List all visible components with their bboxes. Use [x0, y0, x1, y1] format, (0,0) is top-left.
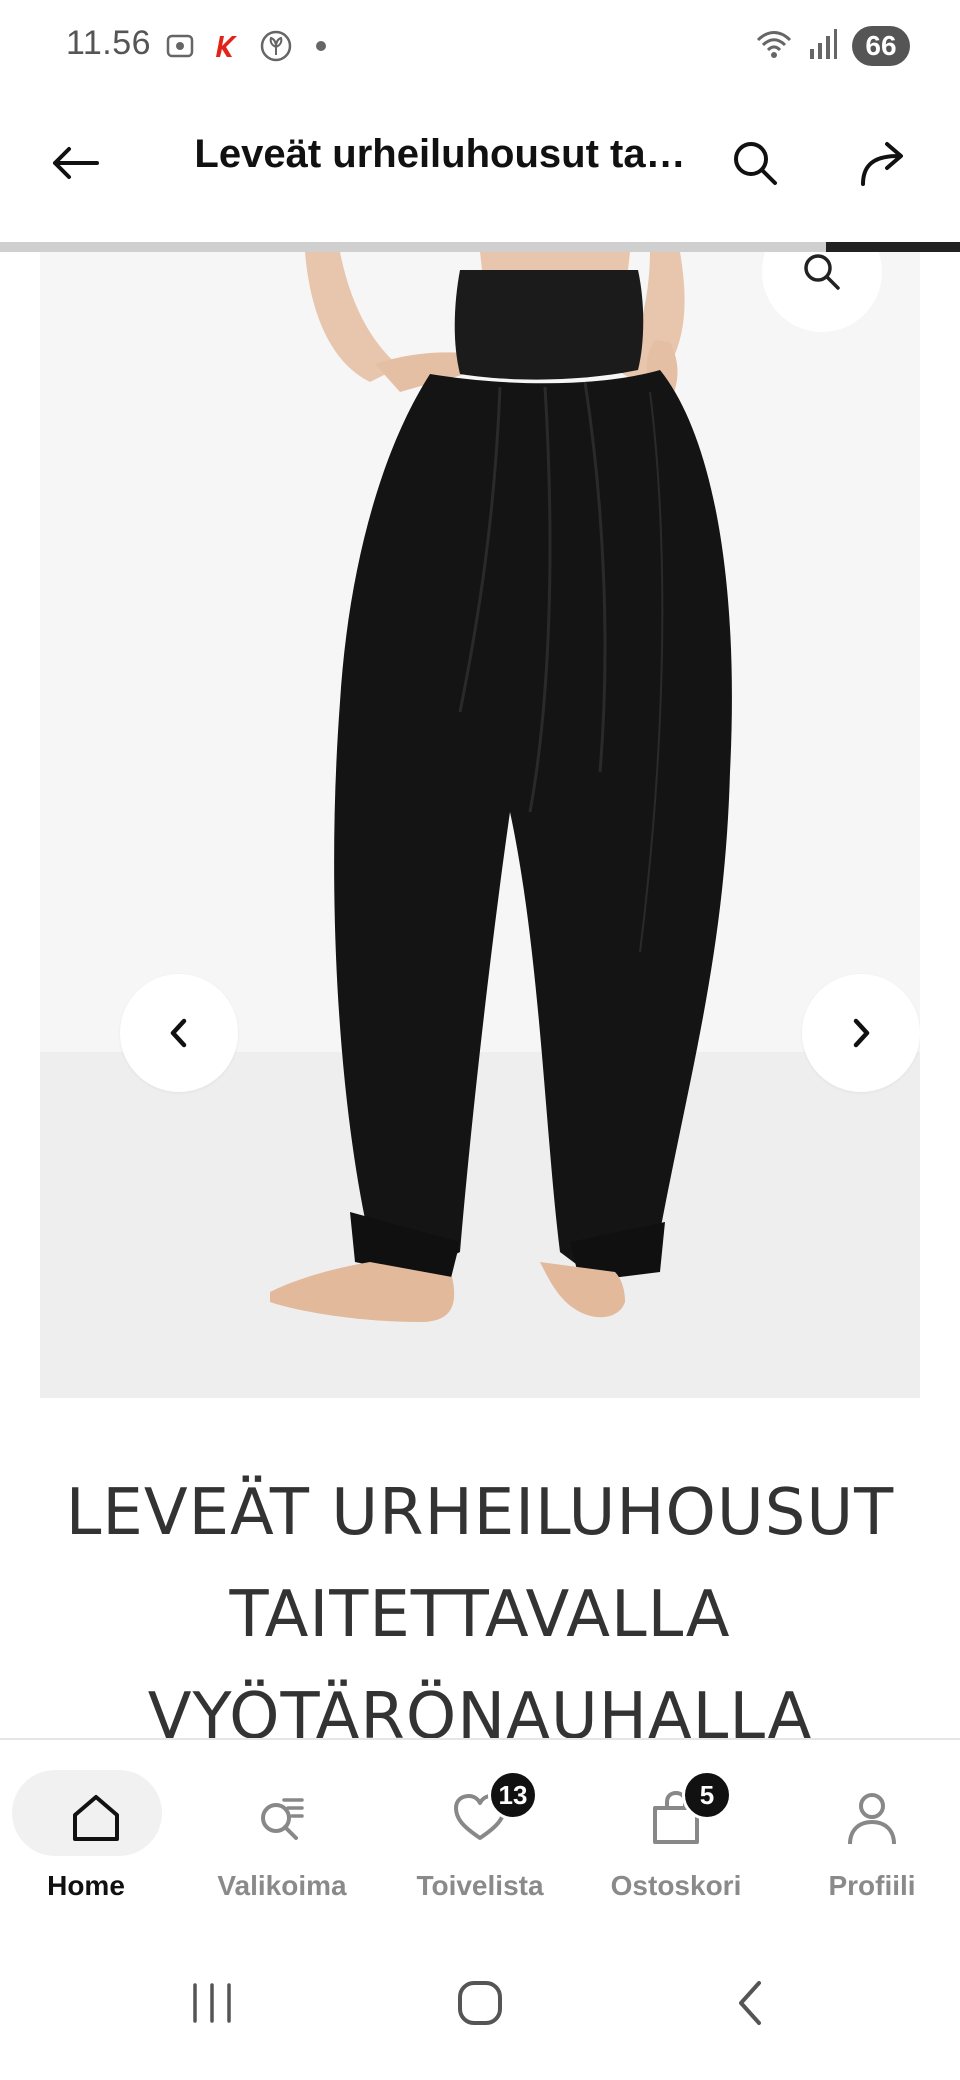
- product-title-line: VYÖTÄRÖNAUHALLA: [147, 1680, 813, 1738]
- cart-count-badge: 5: [682, 1770, 732, 1820]
- system-home-button[interactable]: [440, 1968, 520, 2038]
- nav-item-valikoima[interactable]: Valikoima: [186, 1740, 378, 1930]
- home-circle-icon: [458, 1981, 502, 2025]
- bottom-navigation: Home Valikoima 13 Toivelista 5 Ostoskori…: [0, 1738, 960, 1928]
- nav-item-profiili[interactable]: Profiili: [776, 1740, 960, 1930]
- back-chevron-icon: [739, 1981, 761, 2025]
- nav-label-ostoskori: Ostoskori: [610, 1870, 742, 1901]
- recents-button[interactable]: [172, 1968, 252, 2038]
- nav-item-home[interactable]: Home: [0, 1740, 192, 1930]
- home-icon: [66, 1788, 126, 1848]
- nav-label-home: Home: [47, 1870, 125, 1901]
- nav-label-toivelista: Toivelista: [416, 1870, 544, 1901]
- nav-item-ostoskori[interactable]: 5 Ostoskori: [580, 1740, 772, 1930]
- nav-label-valikoima: Valikoima: [217, 1870, 347, 1901]
- nav-label-profiili: Profiili: [828, 1870, 916, 1901]
- system-navigation-bar: [0, 1928, 960, 2080]
- system-back-button[interactable]: [710, 1968, 790, 2038]
- wishlist-count-badge: 13: [488, 1770, 538, 1820]
- product-title-line: TAITETTAVALLA: [229, 1578, 731, 1652]
- profile-icon: [842, 1788, 902, 1848]
- product-title-viewport: LEVEÄT URHEILUHOUSUT TAITETTAVALLA VYÖTÄ…: [0, 0, 960, 1738]
- product-title: LEVEÄT URHEILUHOUSUT TAITETTAVALLA VYÖTÄ…: [40, 1462, 920, 1738]
- product-title-line: LEVEÄT URHEILUHOUSUT: [65, 1476, 895, 1550]
- recents-icon: [193, 1983, 231, 2023]
- catalog-search-icon: [252, 1788, 312, 1848]
- nav-item-toivelista[interactable]: 13 Toivelista: [384, 1740, 576, 1930]
